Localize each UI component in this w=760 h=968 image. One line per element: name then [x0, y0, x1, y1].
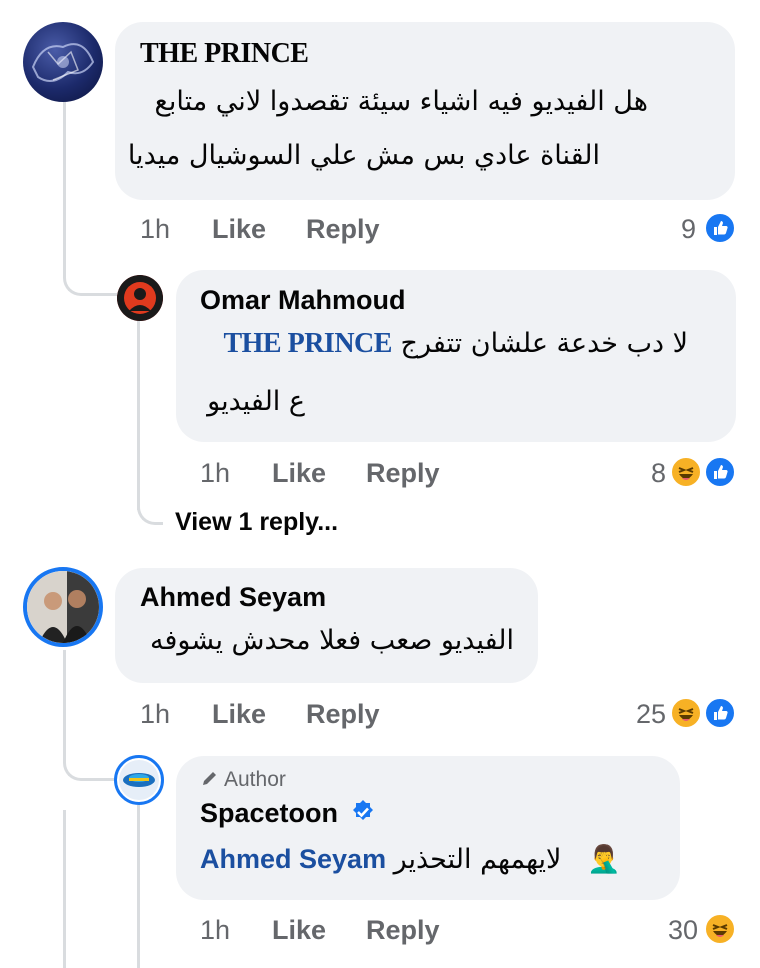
avatar-image — [27, 571, 99, 643]
comment-text-body: لا دب خدعة علشان تتفرج — [400, 328, 688, 359]
haha-icon — [670, 456, 702, 488]
like-button[interactable]: Like — [212, 699, 266, 730]
view-replies-link[interactable]: View 1 reply... — [175, 508, 338, 537]
reaction-count[interactable]: 9 — [666, 214, 696, 245]
reaction-count[interactable]: 30 — [652, 915, 698, 946]
comment-author[interactable]: Omar Mahmoud — [200, 285, 406, 316]
like-icon — [704, 212, 736, 244]
comment-text: هل الفيديو فيه اشياء سيئة تقصدوا لاني مت… — [154, 86, 649, 117]
avatar-image — [31, 43, 95, 82]
thread-connector — [63, 250, 117, 296]
avatar[interactable] — [114, 755, 164, 805]
comment-time[interactable]: 1h — [200, 915, 230, 946]
reaction-count[interactable]: 8 — [630, 458, 666, 489]
verified-icon — [352, 800, 373, 820]
avatar[interactable] — [23, 22, 103, 102]
like-icon — [704, 697, 736, 729]
thread-line — [63, 810, 66, 968]
like-button[interactable]: Like — [272, 458, 326, 489]
author-badge: Author — [200, 768, 286, 792]
like-button[interactable]: Like — [212, 214, 266, 245]
comment-author[interactable]: THE PRINCE — [140, 38, 309, 70]
mention-link[interactable]: THE PRINCE — [223, 328, 392, 359]
comment-time[interactable]: 1h — [200, 458, 230, 489]
mention-link[interactable]: Ahmed Seyam — [200, 844, 386, 874]
comment-time[interactable]: 1h — [140, 214, 170, 245]
comment-text: ع الفيديو — [207, 386, 305, 417]
thread-connector — [63, 735, 117, 781]
haha-icon — [704, 913, 736, 945]
reply-button[interactable]: Reply — [306, 214, 380, 245]
thread-connector — [137, 495, 163, 525]
avatar-image — [117, 275, 163, 321]
like-icon — [704, 456, 736, 488]
comment-text: القناة عادي بس مش علي السوشيال ميديا — [127, 140, 600, 171]
reaction-count[interactable]: 25 — [620, 699, 666, 730]
reply-button[interactable]: Reply — [306, 699, 380, 730]
avatar[interactable] — [23, 567, 103, 647]
haha-icon — [670, 697, 702, 729]
thread-line — [137, 320, 140, 510]
facepalm-icon: 🤦‍♂️ — [586, 844, 621, 874]
comment-text: Ahmed Seyam لايهمهم التحذير 🤦‍♂️ — [200, 843, 621, 875]
comment-time[interactable]: 1h — [140, 699, 170, 730]
avatar[interactable] — [117, 275, 163, 321]
comment-author[interactable]: Ahmed Seyam — [140, 582, 326, 613]
comment-text: الفيديو صعب فعلا محدش يشوفه — [150, 625, 514, 656]
reply-button[interactable]: Reply — [366, 915, 440, 946]
avatar-image — [119, 760, 159, 800]
reply-button[interactable]: Reply — [366, 458, 440, 489]
like-button[interactable]: Like — [272, 915, 326, 946]
thread-line — [63, 100, 66, 268]
comment-text-body: لايهمهم التحذير — [393, 844, 562, 875]
comment-text: لا دب خدعة علشان تتفرج THE PRINCE — [223, 328, 688, 360]
pencil-icon — [203, 772, 216, 785]
comment-author[interactable]: Spacetoon — [200, 798, 376, 829]
thread-line — [137, 805, 140, 968]
